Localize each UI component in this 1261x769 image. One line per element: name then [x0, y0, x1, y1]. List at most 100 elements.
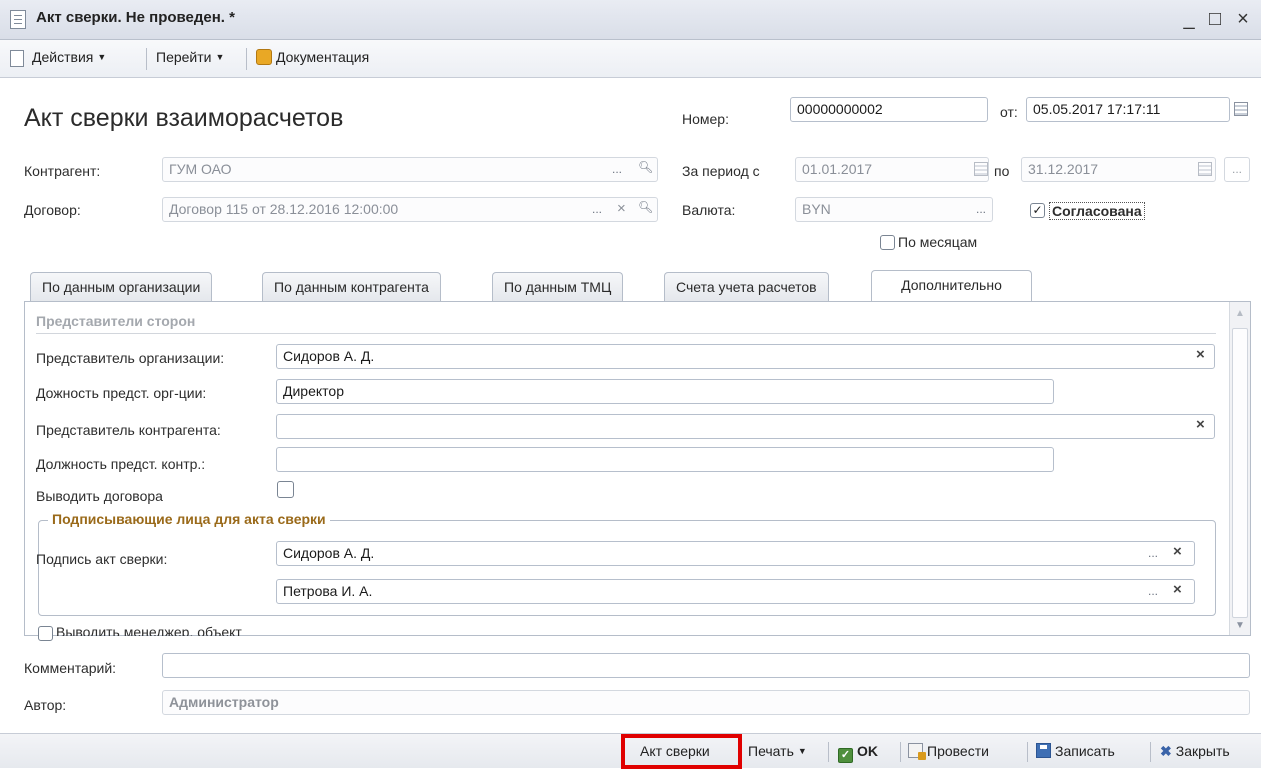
minimize-button[interactable]: _	[1176, 6, 1202, 32]
command-divider	[1027, 742, 1028, 762]
post-icon	[908, 743, 926, 760]
scroll-up-icon[interactable]: ▲	[1235, 308, 1245, 319]
command-divider	[1150, 742, 1151, 762]
cp-rep-field[interactable]	[276, 414, 1215, 439]
period-to-field[interactable]: 31.12.2017	[1021, 157, 1216, 182]
signer1-select-button[interactable]: ...	[1148, 546, 1158, 560]
tab-additional[interactable]: Дополнительно	[871, 270, 1032, 302]
print-menu[interactable]: Печать ▼	[748, 743, 807, 759]
tab-counterparty[interactable]: По данным контрагента	[262, 272, 441, 302]
signer1-field[interactable]: Сидоров А. Д.	[276, 541, 1195, 566]
close-window-button[interactable]: ×	[1230, 6, 1256, 32]
show-manager-label-wrap: Выводить менеджер. объект	[56, 624, 242, 636]
agreed-checkbox[interactable]: ✓	[1030, 203, 1045, 218]
clear-icon[interactable]: ×	[1196, 346, 1205, 363]
post-label: Провести	[927, 743, 989, 759]
signer2-select-button[interactable]: ...	[1148, 584, 1158, 598]
clear-icon[interactable]: ×	[1173, 543, 1182, 560]
documentation-button[interactable]: Документация	[256, 49, 369, 65]
counterparty-select-button[interactable]: ...	[612, 162, 622, 176]
calendar-icon[interactable]	[1198, 162, 1212, 176]
agreed-label: Согласована	[1049, 202, 1145, 220]
command-divider	[900, 742, 901, 762]
period-from-field[interactable]: 01.01.2017	[795, 157, 989, 182]
scrollbar-thumb[interactable]	[1232, 328, 1248, 618]
contract-select-button[interactable]: ...	[592, 202, 602, 216]
close-label: Закрыть	[1175, 743, 1230, 759]
search-icon[interactable]: 🔍︎	[638, 200, 653, 214]
cp-position-field[interactable]	[276, 447, 1054, 472]
show-contracts-label: Выводить договора	[36, 488, 163, 504]
contract-field[interactable]: Договор 115 от 28.12.2016 12:00:00	[162, 197, 658, 222]
toolbar-divider	[246, 48, 247, 70]
org-rep-label: Представитель организации:	[36, 350, 225, 366]
calendar-icon[interactable]	[974, 162, 988, 176]
maximize-button[interactable]: □	[1202, 6, 1228, 32]
clear-icon[interactable]: ×	[1173, 581, 1182, 598]
clear-icon[interactable]: ×	[617, 200, 626, 217]
check-icon: ✓	[838, 748, 853, 763]
org-position-field[interactable]: Директор	[276, 379, 1054, 404]
ok-label: OK	[857, 743, 878, 759]
currency-label: Валюта:	[682, 202, 736, 218]
save-button[interactable]: Записать	[1036, 743, 1115, 759]
period-label: За период с	[682, 163, 760, 179]
comment-field[interactable]	[162, 653, 1250, 678]
section-title: Представители сторон	[36, 313, 196, 329]
chevron-down-icon: ▼	[97, 52, 107, 62]
window-title: Акт сверки. Не проведен. *	[36, 9, 235, 26]
close-icon: ✖	[1160, 743, 1172, 759]
close-button[interactable]: ✖ Закрыть	[1160, 743, 1230, 760]
calendar-icon[interactable]	[1234, 102, 1248, 116]
number-label: Номер:	[682, 111, 729, 127]
section-divider	[36, 333, 1216, 334]
author-label: Автор:	[24, 697, 67, 713]
tab-accounts[interactable]: Счета учета расчетов	[664, 272, 829, 302]
act-button-highlight	[621, 734, 742, 769]
by-months-label: По месяцам	[898, 234, 978, 250]
command-divider	[828, 742, 829, 762]
panel-scrollbar[interactable]: ▲ ▼	[1229, 302, 1250, 635]
document-icon	[10, 10, 26, 29]
toolbar: Действия ▼ Перейти ▼ Документация	[0, 40, 1261, 78]
show-contracts-checkbox[interactable]	[277, 481, 294, 498]
sign-label: Подпись акт сверки:	[36, 551, 168, 567]
documentation-label: Документация	[276, 49, 370, 65]
author-field: Администратор	[162, 690, 1250, 715]
org-rep-field[interactable]: Сидоров А. Д.	[276, 344, 1215, 369]
goto-menu[interactable]: Перейти ▼	[156, 49, 224, 65]
search-icon[interactable]: 🔍︎	[638, 160, 653, 174]
date-from-label: от:	[1000, 104, 1018, 120]
currency-select-button[interactable]: ...	[976, 202, 986, 216]
tab-inventory[interactable]: По данным ТМЦ	[492, 272, 624, 302]
post-button[interactable]: Провести	[908, 743, 989, 760]
show-manager-label: Выводить менеджер. объект	[56, 624, 242, 636]
clear-icon[interactable]: ×	[1196, 416, 1205, 433]
period-select-button[interactable]: ...	[1224, 157, 1250, 182]
org-position-label: Дожность предст. орг-ции:	[36, 385, 207, 401]
save-icon	[1036, 743, 1051, 758]
cp-rep-label: Представитель контрагента:	[36, 422, 221, 438]
ok-button[interactable]: ✓ OK	[838, 743, 878, 763]
contract-label: Договор:	[24, 202, 81, 218]
signers-group-title: Подписывающие лица для акта сверки	[48, 511, 330, 527]
comment-label: Комментарий:	[24, 660, 117, 676]
show-manager-checkbox[interactable]	[38, 626, 53, 641]
tab-organization[interactable]: По данным организации	[30, 272, 213, 302]
currency-field[interactable]: BYN	[795, 197, 993, 222]
toolbar-divider	[146, 48, 147, 70]
signer2-field[interactable]: Петрова И. А.	[276, 579, 1195, 604]
chevron-down-icon: ▼	[215, 52, 225, 62]
by-months-checkbox[interactable]	[880, 235, 895, 250]
save-label: Записать	[1055, 743, 1115, 759]
date-field[interactable]: 05.05.2017 17:17:11	[1026, 97, 1230, 122]
scroll-down-icon[interactable]: ▼	[1235, 620, 1245, 631]
page-title: Акт сверки взаиморасчетов	[24, 104, 344, 132]
cp-position-label: Должность предст. контр.:	[36, 456, 206, 472]
counterparty-field[interactable]: ГУМ ОАО	[162, 157, 658, 182]
title-bar: Акт сверки. Не проведен. * _ □ ×	[0, 0, 1261, 40]
actions-icon	[10, 50, 24, 67]
number-field[interactable]: 00000000002	[790, 97, 988, 122]
help-book-icon	[256, 49, 272, 65]
actions-menu[interactable]: Действия ▼	[32, 49, 106, 65]
